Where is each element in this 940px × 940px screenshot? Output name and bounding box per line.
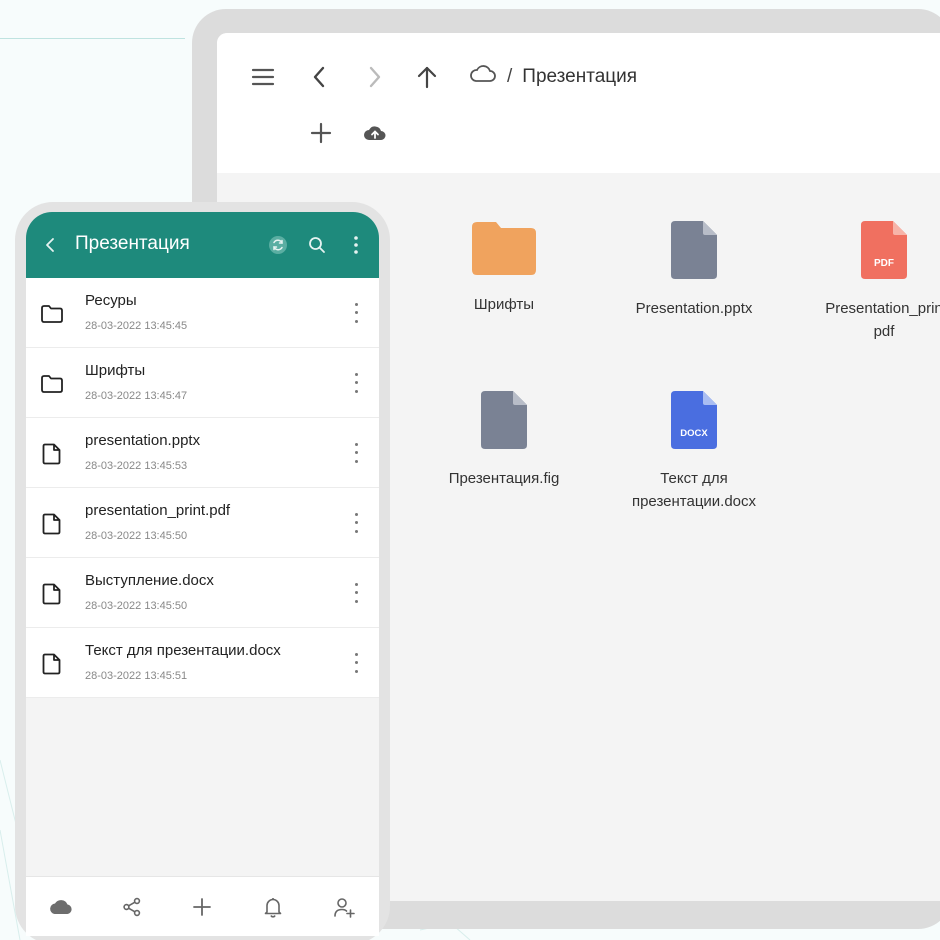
more-vertical-icon[interactable] [351, 580, 361, 606]
file-date: 28-03-2022 13:45:53 [85, 460, 188, 472]
more-vertical-icon[interactable] [344, 212, 368, 278]
bell-icon[interactable] [253, 887, 293, 927]
pdf-badge: PDF [874, 258, 894, 269]
cloud-icon[interactable] [469, 64, 497, 90]
grid-item-label-line2: pdf [873, 323, 895, 340]
file-list: Ресуры 28-03-2022 13:45:45 Шрифты 28-03-… [26, 278, 379, 698]
file-date: 28-03-2022 13:45:45 [85, 320, 188, 332]
folder-icon [472, 222, 536, 275]
share-icon[interactable] [112, 887, 152, 927]
breadcrumb-current[interactable]: Презентация [522, 66, 637, 88]
grid-item-label-line1: Presentation_prin [825, 300, 940, 317]
grid-item-folder[interactable]: Шрифты [404, 219, 604, 316]
pdf-file-icon: PDF [861, 221, 907, 279]
back-arrow-icon[interactable] [38, 212, 62, 278]
grid-item-label-line2: презентации.docx [631, 493, 757, 510]
file-icon [42, 653, 61, 675]
add-user-icon[interactable] [324, 887, 364, 927]
docx-badge: DOCX [680, 428, 708, 439]
file-name: Шрифты [85, 362, 146, 379]
list-item[interactable]: Шрифты 28-03-2022 13:45:47 [26, 348, 379, 418]
sync-icon[interactable] [266, 212, 290, 278]
grid-item-file[interactable]: Презентация.fig [404, 389, 604, 490]
phone-app-bar: Презентация [26, 212, 379, 278]
grid-item-pdf[interactable]: PDF Presentation_prin pdf [784, 219, 940, 343]
bottom-navigation [26, 876, 379, 936]
file-icon [671, 221, 717, 279]
menu-icon[interactable] [247, 63, 279, 91]
file-date: 28-03-2022 13:45:51 [85, 670, 188, 682]
up-arrow-icon[interactable] [413, 63, 441, 91]
grid-item-label: Презентация.fig [448, 470, 560, 487]
grid-item-file[interactable]: Presentation.pptx [594, 219, 794, 320]
list-item[interactable]: Выступление.docx 28-03-2022 13:45:50 [26, 558, 379, 628]
grid-item-docx[interactable]: DOCX Текст для презентации.docx [594, 389, 794, 513]
list-item[interactable]: presentation_print.pdf 28-03-2022 13:45:… [26, 488, 379, 558]
grid-item-label-line1: Текст для [660, 470, 728, 487]
back-arrow-icon[interactable] [305, 63, 333, 91]
cloud-upload-icon[interactable] [361, 119, 389, 147]
file-date: 28-03-2022 13:45:50 [85, 600, 188, 612]
file-name: Выступление.docx [85, 572, 214, 589]
desktop-toolbar: / Презентация [217, 33, 940, 173]
file-icon [481, 391, 527, 449]
file-icon [42, 513, 61, 535]
list-item[interactable]: Текст для презентации.docx 28-03-2022 13… [26, 628, 379, 698]
more-vertical-icon[interactable] [351, 650, 361, 676]
forward-arrow-icon[interactable] [361, 63, 389, 91]
more-vertical-icon[interactable] [351, 510, 361, 536]
file-date: 28-03-2022 13:45:50 [85, 530, 188, 542]
more-vertical-icon[interactable] [351, 370, 361, 396]
grid-item-label: Текст для презентации.docx [632, 467, 756, 513]
folder-icon [41, 305, 63, 323]
file-name: presentation_print.pdf [85, 502, 231, 519]
file-name: Ресуры [85, 292, 137, 309]
grid-item-label: Presentation.pptx [635, 300, 753, 317]
more-vertical-icon[interactable] [351, 440, 361, 466]
grid-item-label: Presentation_prin pdf [825, 297, 940, 343]
list-item[interactable]: presentation.pptx 28-03-2022 13:45:53 [26, 418, 379, 488]
search-icon[interactable] [305, 212, 329, 278]
breadcrumb-separator: / [507, 66, 513, 87]
phone-title: Презентация [75, 233, 190, 254]
plus-icon[interactable] [182, 887, 222, 927]
breadcrumb: / Презентация [469, 63, 637, 91]
file-name: presentation.pptx [85, 432, 201, 449]
more-vertical-icon[interactable] [351, 300, 361, 326]
file-icon [42, 583, 61, 605]
file-icon [42, 443, 61, 465]
folder-icon [41, 375, 63, 393]
cloud-icon[interactable] [41, 887, 81, 927]
list-item[interactable]: Ресуры 28-03-2022 13:45:45 [26, 278, 379, 348]
file-date: 28-03-2022 13:45:47 [85, 390, 188, 402]
phone-file-manager: Презентация Ресуры 28-03-2022 13:45:45 Ш… [26, 212, 379, 936]
file-name: Текст для презентации.docx [85, 642, 281, 659]
grid-item-label: Шрифты [473, 296, 535, 313]
plus-icon[interactable] [307, 119, 335, 147]
docx-file-icon: DOCX [671, 391, 717, 449]
